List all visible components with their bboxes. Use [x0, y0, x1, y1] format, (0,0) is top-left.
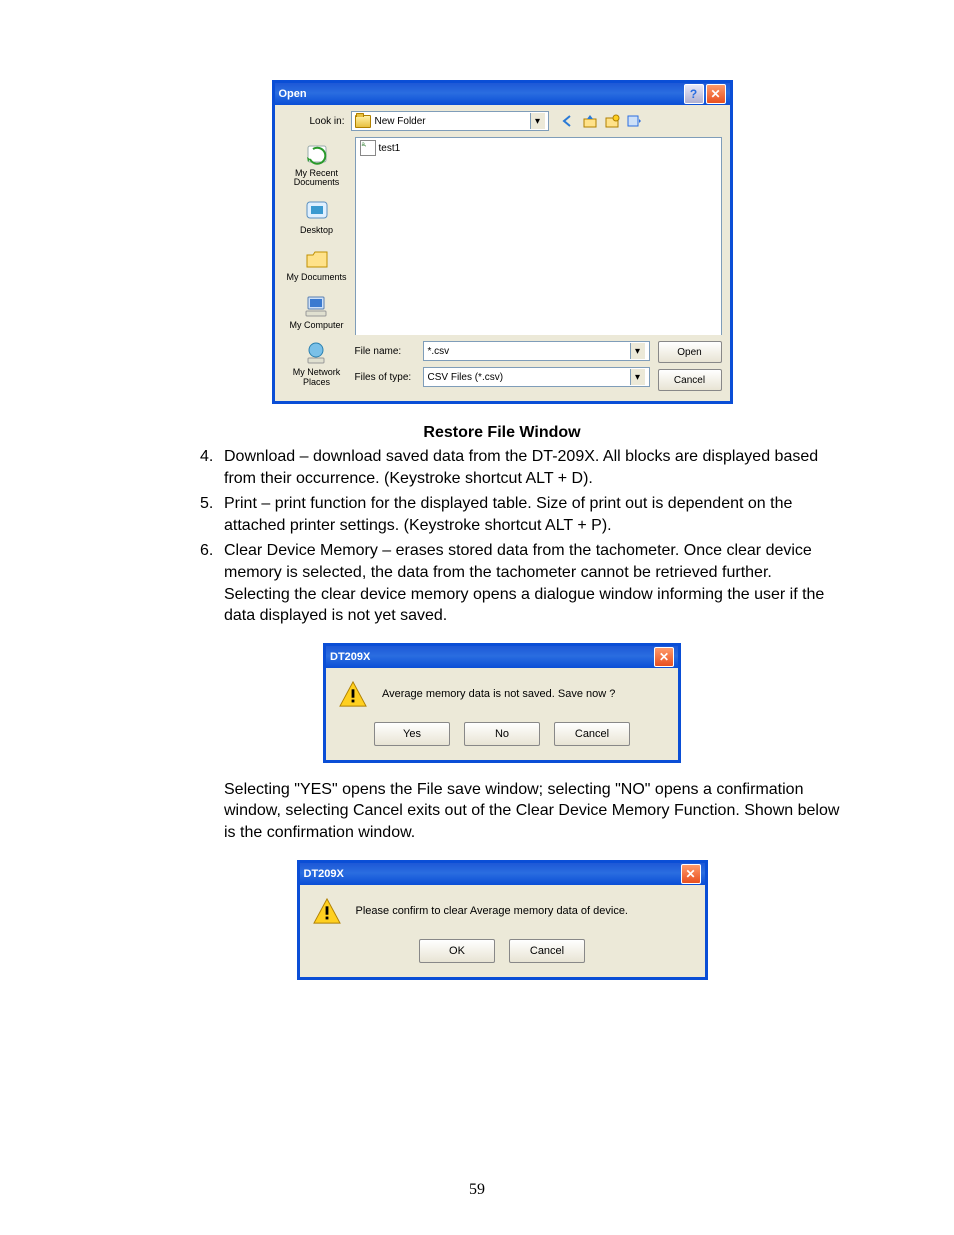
views-icon[interactable] — [625, 112, 643, 130]
warning-icon — [312, 897, 342, 925]
page-number: 59 — [0, 1181, 954, 1199]
file-name-input[interactable]: *.csv ▾ — [423, 341, 650, 361]
csv-file-icon — [360, 140, 376, 156]
place-mycomp[interactable]: My Computer — [289, 293, 343, 330]
warning-icon — [338, 680, 368, 708]
file-type-combo[interactable]: CSV Files (*.csv) ▾ — [423, 367, 650, 387]
cancel-button[interactable]: Cancel — [658, 369, 722, 391]
cancel-button[interactable]: Cancel — [554, 722, 630, 746]
file-type-label: Files of type: — [355, 372, 417, 383]
open-button[interactable]: Open — [658, 341, 722, 363]
dropdown-icon[interactable]: ▾ — [630, 343, 645, 359]
cancel-button[interactable]: Cancel — [509, 939, 585, 963]
yes-button[interactable]: Yes — [374, 722, 450, 746]
look-in-label: Look in: — [283, 116, 345, 127]
dialog-title: DT209X — [304, 868, 681, 880]
ok-button[interactable]: OK — [419, 939, 495, 963]
back-icon[interactable] — [559, 112, 577, 130]
close-button[interactable]: ✕ — [681, 864, 701, 884]
dialog-message: Average memory data is not saved. Save n… — [382, 688, 615, 700]
dialog-titlebar: DT209X ✕ — [300, 863, 705, 885]
open-dialog-title: Open — [279, 88, 684, 100]
save-prompt-dialog: DT209X ✕ Average memory data is not save… — [323, 643, 681, 763]
close-button[interactable]: ✕ — [654, 647, 674, 667]
file-item[interactable]: test1 — [360, 140, 717, 156]
folder-icon — [355, 115, 371, 128]
open-dialog-titlebar: Open ? ✕ — [275, 83, 730, 105]
new-folder-icon[interactable] — [603, 112, 621, 130]
figure-caption: Restore File Window — [160, 424, 844, 442]
open-file-dialog: Open ? ✕ Look in: New Folder ▾ — [272, 80, 733, 404]
look-in-value: New Folder — [375, 116, 426, 127]
place-desktop[interactable]: Desktop — [300, 198, 333, 235]
up-one-level-icon[interactable] — [581, 112, 599, 130]
place-mydocs[interactable]: My Documents — [286, 245, 346, 282]
place-recent[interactable]: My Recent Documents — [294, 141, 340, 188]
file-name-label: File name: — [355, 346, 417, 357]
dropdown-icon[interactable]: ▾ — [530, 113, 545, 129]
dialog-message: Please confirm to clear Average memory d… — [356, 905, 629, 917]
confirm-clear-dialog: DT209X ✕ Please confirm to clear Average… — [297, 860, 708, 980]
close-button[interactable]: ✕ — [706, 84, 726, 104]
dialog-titlebar: DT209X ✕ — [326, 646, 678, 668]
body-paragraph: Selecting "YES" opens the File save wind… — [160, 779, 844, 844]
place-network[interactable]: My Network Places — [293, 340, 341, 387]
dialog-title: DT209X — [330, 651, 654, 663]
look-in-combo[interactable]: New Folder ▾ — [351, 111, 549, 131]
numbered-list: 4.Download – download saved data from th… — [160, 446, 844, 627]
file-list-pane[interactable]: test1 — [355, 137, 722, 335]
dropdown-icon[interactable]: ▾ — [630, 369, 645, 385]
no-button[interactable]: No — [464, 722, 540, 746]
help-button[interactable]: ? — [684, 84, 704, 104]
places-bar: My Recent Documents Desktop My Documents — [283, 137, 351, 391]
